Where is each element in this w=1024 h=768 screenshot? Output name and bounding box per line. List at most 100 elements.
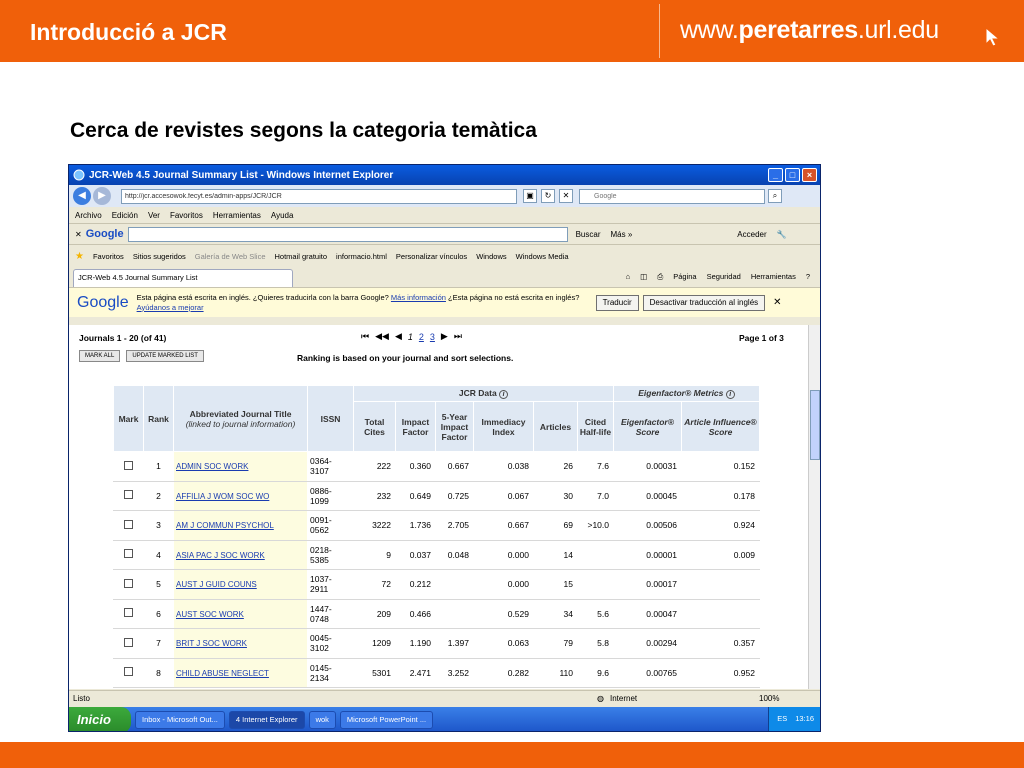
journal-link[interactable]: ADMIN SOC WORK bbox=[176, 462, 248, 471]
slide-heading: Cerca de revistes segons la categoria te… bbox=[70, 119, 537, 142]
language-indicator[interactable]: ES bbox=[777, 714, 787, 726]
first-page-icon[interactable]: ⏮ bbox=[361, 331, 369, 342]
menu-herramientas[interactable]: Herramientas bbox=[213, 211, 261, 220]
row-influence: 0.952 bbox=[681, 657, 760, 688]
tool-pagina[interactable]: Página bbox=[673, 272, 696, 282]
google-toolbar-logo: Google bbox=[85, 228, 124, 240]
menu-ver[interactable]: Ver bbox=[148, 211, 160, 220]
row-checkbox[interactable] bbox=[113, 539, 144, 570]
scroll-thumb[interactable] bbox=[810, 390, 820, 460]
translate-button[interactable]: Traducir bbox=[595, 294, 639, 311]
col-total-cites[interactable]: Total Cites bbox=[353, 401, 396, 452]
refresh-icon[interactable]: ↻ bbox=[541, 189, 555, 203]
menu-archivo[interactable]: Archivo bbox=[75, 211, 102, 220]
col-immediacy[interactable]: Immediacy Index bbox=[473, 401, 534, 452]
back-arrow-icon[interactable]: ◀ bbox=[73, 187, 91, 205]
stop-icon[interactable]: ✕ bbox=[559, 189, 573, 203]
row-checkbox[interactable] bbox=[113, 569, 144, 600]
fav-windows-media[interactable]: Windows Media bbox=[516, 252, 569, 261]
zoom-level[interactable]: 100% bbox=[759, 694, 779, 703]
forward-arrow-icon[interactable]: ▶ bbox=[93, 187, 111, 205]
row-issn: 0364- 3107 bbox=[307, 451, 354, 482]
table-row: 3 AM J COMMUN PSYCHOL 0091- 0562 3222 1.736 2.… bbox=[113, 510, 760, 541]
help-improve-link[interactable]: Ayúdanos a mejorar bbox=[137, 303, 204, 312]
page-2-link[interactable]: 2 bbox=[419, 332, 424, 342]
fav-personalizar[interactable]: Personalizar vínculos bbox=[396, 252, 467, 261]
row-checkbox[interactable] bbox=[113, 451, 144, 482]
col-five-year[interactable]: 5-Year Impact Factor bbox=[435, 401, 474, 452]
menu-edicion[interactable]: Edición bbox=[112, 211, 138, 220]
tool-herramientas[interactable]: Herramientas bbox=[751, 272, 796, 282]
row-cites: 1209 bbox=[353, 628, 396, 659]
row-checkbox[interactable] bbox=[113, 628, 144, 659]
row-checkbox[interactable] bbox=[113, 657, 144, 688]
col-articles[interactable]: Articles bbox=[533, 401, 578, 452]
fav-hotmail[interactable]: Hotmail gratuito bbox=[275, 252, 328, 261]
google-acceder-button[interactable]: Acceder bbox=[737, 230, 766, 239]
col-title-label[interactable]: Abbreviated Journal Title bbox=[190, 409, 292, 419]
browser-search-input[interactable] bbox=[579, 188, 765, 204]
google-mas-button[interactable]: Más » bbox=[611, 230, 633, 239]
wrench-icon[interactable]: 🔧 bbox=[777, 230, 787, 239]
last-page-icon[interactable]: ⏭ bbox=[454, 331, 462, 342]
col-article-influence[interactable]: Article Influence® Score bbox=[681, 401, 760, 452]
translate-message-text: Esta página está escrita en inglés. ¿Qui… bbox=[136, 292, 389, 302]
prev-pages-icon[interactable]: ◀◀ bbox=[375, 331, 389, 342]
col-half-life[interactable]: Cited Half-life bbox=[577, 401, 614, 452]
search-icon[interactable]: ⌕ bbox=[768, 189, 782, 203]
close-toolbar-icon[interactable]: ✕ bbox=[75, 230, 82, 239]
journal-link[interactable]: BRIT J SOC WORK bbox=[176, 639, 247, 648]
col-eigen-score[interactable]: Eigenfactor® Score bbox=[613, 401, 682, 452]
row-half: 7.6 bbox=[577, 451, 614, 482]
update-marked-button[interactable]: UPDATE MARKED LIST bbox=[126, 350, 204, 362]
fav-galeria[interactable]: Galería de Web Slice bbox=[195, 252, 266, 261]
row-checkbox[interactable] bbox=[113, 598, 144, 629]
more-info-link[interactable]: Más información bbox=[391, 293, 446, 302]
help-icon[interactable]: ? bbox=[806, 272, 810, 282]
tool-seguridad[interactable]: Seguridad bbox=[707, 272, 741, 282]
close-button[interactable]: × bbox=[802, 168, 817, 182]
task-ie[interactable]: 4 Internet Explorer bbox=[228, 711, 305, 729]
fav-sitios[interactable]: Sitios sugeridos bbox=[133, 252, 186, 261]
compat-icon[interactable]: ▣ bbox=[523, 189, 537, 203]
fav-windows[interactable]: Windows bbox=[476, 252, 506, 261]
minimize-button[interactable]: _ bbox=[768, 168, 783, 182]
close-translate-icon[interactable]: ✕ bbox=[773, 297, 781, 308]
row-checkbox[interactable] bbox=[113, 510, 144, 541]
address-input[interactable] bbox=[121, 188, 517, 204]
disable-translate-button[interactable]: Desactivar traducción al inglés bbox=[642, 294, 766, 311]
mark-all-button[interactable]: MARK ALL bbox=[79, 350, 121, 362]
fav-informacio[interactable]: informacio.html bbox=[336, 252, 387, 261]
prev-page-icon[interactable]: ◀ bbox=[395, 331, 402, 342]
home-icon[interactable]: ⌂ bbox=[626, 272, 631, 282]
feeds-icon[interactable]: ◫ bbox=[640, 272, 647, 282]
col-title: Abbreviated Journal Title (linked to jou… bbox=[173, 385, 308, 452]
google-toolbar-input[interactable] bbox=[127, 226, 568, 242]
task-outlook[interactable]: Inbox - Microsoft Out... bbox=[135, 711, 225, 729]
col-rank[interactable]: Rank bbox=[143, 385, 174, 452]
tab-jcr[interactable]: JCR-Web 4.5 Journal Summary List bbox=[73, 269, 293, 287]
row-checkbox[interactable] bbox=[113, 480, 144, 511]
start-button[interactable]: Inicio bbox=[69, 707, 131, 731]
journal-link[interactable]: ASIA PAC J SOC WORK bbox=[176, 551, 265, 560]
journal-link[interactable]: AFFILIA J WOM SOC WO bbox=[176, 492, 269, 501]
menu-favoritos[interactable]: Favoritos bbox=[170, 211, 203, 220]
info-icon[interactable]: i bbox=[499, 390, 509, 399]
row-issn: 0091- 0562 bbox=[307, 510, 354, 541]
task-powerpoint[interactable]: Microsoft PowerPoint ... bbox=[339, 711, 434, 729]
info-icon[interactable]: i bbox=[725, 390, 735, 399]
menu-ayuda[interactable]: Ayuda bbox=[271, 211, 294, 220]
next-page-icon[interactable]: ▶ bbox=[441, 331, 448, 342]
col-impact[interactable]: Impact Factor bbox=[395, 401, 436, 452]
page-scrollbar[interactable] bbox=[808, 325, 820, 689]
print-icon[interactable]: ⎙ bbox=[657, 272, 663, 282]
google-buscar-button[interactable]: Buscar bbox=[576, 230, 601, 239]
journal-link[interactable]: AUST J GUID COUNS bbox=[176, 580, 257, 589]
maximize-button[interactable]: □ bbox=[785, 168, 800, 182]
journal-link[interactable]: CHILD ABUSE NEGLECT bbox=[176, 669, 269, 678]
journal-link[interactable]: AM J COMMUN PSYCHOL bbox=[176, 521, 274, 530]
journal-link[interactable]: AUST SOC WORK bbox=[176, 610, 244, 619]
page-3-link[interactable]: 3 bbox=[430, 332, 435, 342]
task-wok[interactable]: wok bbox=[308, 711, 336, 729]
fav-favoritos[interactable]: Favoritos bbox=[93, 252, 124, 261]
